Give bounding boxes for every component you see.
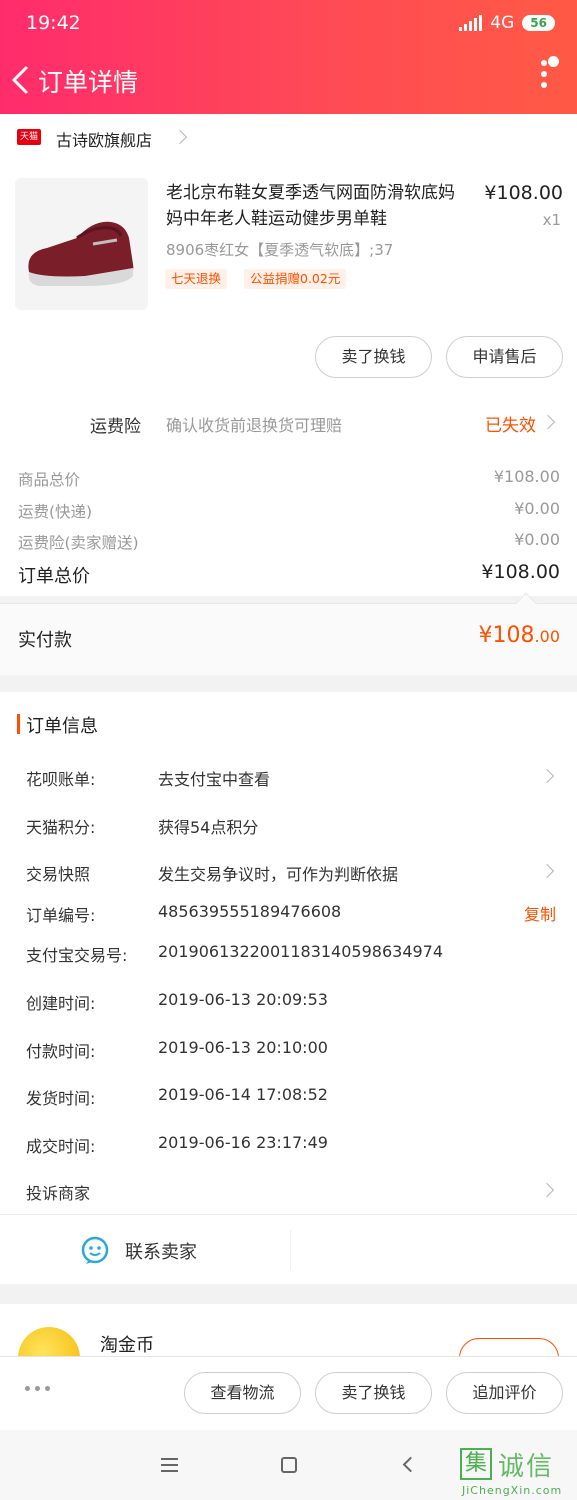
fee-label: 商品总价 bbox=[18, 471, 81, 489]
resell-button[interactable]: 卖了换钱 bbox=[315, 336, 432, 378]
fee-value: ¥0.00 bbox=[514, 530, 560, 549]
insurance-desc: 确认收货前退换货可理赔 bbox=[166, 416, 343, 435]
paid-time-label: 付款时间: bbox=[26, 1042, 96, 1061]
alipay-trade-label: 支付宝交易号: bbox=[26, 946, 128, 965]
huabei-label: 花呗账单: bbox=[26, 770, 96, 789]
points-label: 天猫积分: bbox=[26, 818, 96, 837]
order-number-label: 订单编号: bbox=[26, 906, 96, 925]
charity-tag: 公益捐赠0.02元 bbox=[244, 269, 347, 289]
home-icon[interactable] bbox=[281, 1457, 297, 1473]
snapshot-label: 交易快照 bbox=[26, 865, 91, 884]
more-actions-icon[interactable] bbox=[25, 1386, 50, 1391]
store-name[interactable]: 古诗欧旗舰店 bbox=[56, 127, 152, 151]
after-sale-button[interactable]: 申请售后 bbox=[446, 336, 563, 378]
order-number-value: 485639555189476608 bbox=[158, 902, 342, 921]
completed-time-label: 成交时间: bbox=[26, 1137, 96, 1156]
fee-label: 运费险(卖家赠送) bbox=[18, 534, 139, 552]
product-image[interactable] bbox=[15, 178, 148, 310]
product-sku: 8906枣红女【夏季透气软底】;37 bbox=[166, 241, 394, 259]
more-menu-icon[interactable] bbox=[538, 60, 550, 96]
paid-value-cents: .00 bbox=[534, 627, 560, 646]
signal-icon bbox=[459, 15, 483, 31]
back-arrow-icon[interactable] bbox=[8, 62, 34, 98]
divider bbox=[290, 1230, 291, 1270]
complain-merchant-link[interactable]: 投诉商家 bbox=[26, 1180, 90, 1204]
shoe-icon bbox=[28, 221, 134, 286]
product-quantity: x1 bbox=[542, 211, 561, 229]
return-policy-tag: 七天退换 bbox=[165, 269, 228, 289]
tmall-badge-icon: 天猫 bbox=[17, 129, 41, 145]
watermark: 集 诚信 JiChengXin.com bbox=[460, 1446, 575, 1500]
status-time: 19:42 bbox=[26, 12, 81, 34]
status-indicators: 4G 56 bbox=[459, 13, 555, 33]
product-name[interactable]: 老北京布鞋女夏季透气网面防滑软底妈妈中年老人鞋运动健步男单鞋 bbox=[166, 180, 466, 232]
page-title: 订单详情 bbox=[38, 68, 139, 97]
copy-button[interactable]: 复制 bbox=[524, 901, 556, 925]
battery-icon: 56 bbox=[522, 15, 555, 31]
fee-value: ¥108.00 bbox=[493, 467, 560, 486]
menu-icon[interactable] bbox=[161, 1458, 178, 1476]
network-type: 4G bbox=[490, 13, 515, 33]
order-total-label: 订单总价 bbox=[18, 566, 90, 587]
resell-button[interactable]: 卖了换钱 bbox=[315, 1372, 432, 1414]
product-price: ¥108.00 bbox=[484, 182, 563, 204]
watermark-text: 诚信 bbox=[498, 1452, 555, 1482]
contact-seller-button[interactable]: 联系卖家 bbox=[125, 1238, 197, 1264]
top-header: 19:42 4G 56 订单详情 bbox=[0, 0, 577, 114]
paid-label: 实付款 bbox=[18, 630, 72, 651]
divider bbox=[0, 1214, 577, 1215]
insurance-label: 运费险 bbox=[90, 417, 141, 437]
chat-bubble-icon[interactable] bbox=[80, 1235, 110, 1265]
notification-dot bbox=[548, 56, 559, 67]
fee-value: ¥0.00 bbox=[514, 499, 560, 518]
watermark-glyph: 集 bbox=[460, 1448, 492, 1480]
completed-time-value: 2019-06-16 23:17:49 bbox=[158, 1133, 328, 1152]
view-logistics-button[interactable]: 查看物流 bbox=[184, 1372, 301, 1414]
shipped-time-label: 发货时间: bbox=[26, 1089, 96, 1108]
paid-value-main: ¥108 bbox=[478, 623, 535, 648]
alipay-trade-value: 2019061322001183140598634974 bbox=[158, 942, 444, 961]
created-time-value: 2019-06-13 20:09:53 bbox=[158, 990, 328, 1009]
add-review-button[interactable]: 追加评价 bbox=[446, 1372, 563, 1414]
points-value: 获得54点积分 bbox=[158, 818, 259, 837]
paid-time-value: 2019-06-13 20:10:00 bbox=[158, 1038, 328, 1057]
shipped-time-value: 2019-06-14 17:08:52 bbox=[158, 1085, 328, 1104]
snapshot-value[interactable]: 发生交易争议时，可作为判断依据 bbox=[158, 861, 398, 885]
paid-value: ¥108.00 bbox=[479, 623, 560, 648]
insurance-status[interactable]: 已失效 bbox=[485, 411, 536, 436]
coin-label: 淘金币 bbox=[100, 1335, 154, 1356]
fee-label: 运费(快递) bbox=[18, 503, 93, 521]
created-time-label: 创建时间: bbox=[26, 994, 96, 1013]
order-total-value: ¥108.00 bbox=[481, 561, 560, 583]
section-accent-bar bbox=[17, 714, 20, 734]
huabei-value[interactable]: 去支付宝中查看 bbox=[158, 766, 270, 790]
order-info-title: 订单信息 bbox=[26, 716, 98, 737]
watermark-url: JiChengXin.com bbox=[462, 1484, 563, 1497]
